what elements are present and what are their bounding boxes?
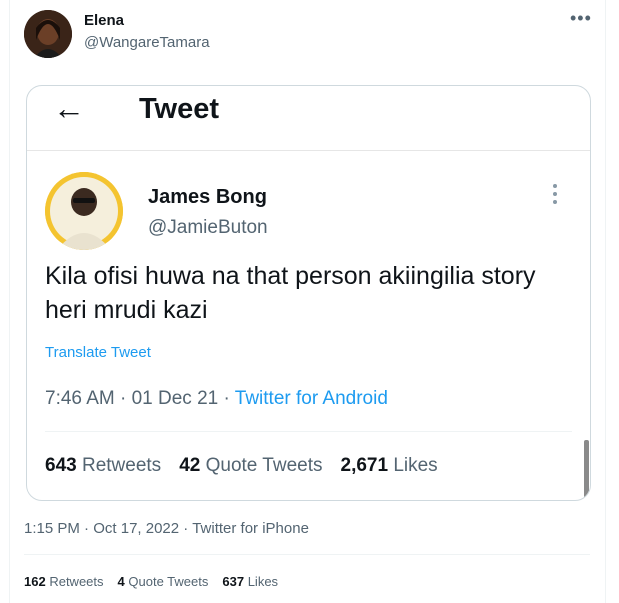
author-handle[interactable]: @WangareTamara xyxy=(84,34,210,51)
quote-label: Quote Tweets xyxy=(128,574,209,589)
screenshot-author-name: James Bong xyxy=(148,186,267,208)
screenshot-tweet-text: Kila ofisi huwa na that person akiingili… xyxy=(45,262,536,324)
like-label: Likes xyxy=(247,574,279,589)
timeline-right-border xyxy=(605,0,606,603)
screenshot-stats: 643 Retweets 42 Quote Tweets 2,671 Likes xyxy=(45,455,438,477)
timeline-left-border xyxy=(9,0,10,603)
embedded-tweet-image[interactable]: ← Tweet James Bong @JamieButon Kila ofis… xyxy=(26,85,591,501)
screenshot-scrollbar xyxy=(584,440,589,500)
screenshot-date: 01 Dec 21 xyxy=(131,388,219,409)
screenshot-avatar-image xyxy=(45,172,123,250)
screenshot-header: ← Tweet xyxy=(27,86,590,151)
screenshot-like-count: 2,671 xyxy=(340,455,389,476)
screenshot-time: 7:46 AM xyxy=(45,388,115,409)
screenshot-more-icon xyxy=(553,184,559,208)
screenshot-quote-count: 42 xyxy=(179,455,201,476)
screenshot-quote-label: Quote Tweets xyxy=(205,455,323,476)
author-avatar-image xyxy=(24,10,72,58)
retweets-link[interactable]: 162 Retweets xyxy=(24,574,104,589)
tweet-date: Oct 17, 2022 xyxy=(93,520,180,537)
quote-count: 4 xyxy=(117,574,125,589)
tweet-source[interactable]: Twitter for iPhone xyxy=(192,520,309,537)
back-arrow-icon: ← xyxy=(53,90,85,126)
screenshot-like-label: Likes xyxy=(393,455,438,476)
tweet-timestamp[interactable]: 1:15 PM · Oct 17, 2022 · Twitter for iPh… xyxy=(24,520,309,537)
tweet-time: 1:15 PM xyxy=(24,520,80,537)
screenshot-translate-link: Translate Tweet xyxy=(45,344,151,361)
screenshot-divider xyxy=(45,431,572,432)
author-name[interactable]: Elena xyxy=(84,12,124,29)
author-avatar[interactable] xyxy=(24,10,72,58)
screenshot-source: Twitter for Android xyxy=(234,388,388,409)
likes-link[interactable]: 637 Likes xyxy=(222,574,278,589)
retweet-label: Retweets xyxy=(49,574,104,589)
quote-tweets-link[interactable]: 4 Quote Tweets xyxy=(118,574,209,589)
like-count: 637 xyxy=(222,574,245,589)
screenshot-author-avatar xyxy=(45,172,123,250)
screenshot-header-title: Tweet xyxy=(139,93,220,125)
tweet-stats: 162 Retweets 4 Quote Tweets 637 Likes xyxy=(24,574,278,589)
stats-divider xyxy=(24,554,590,555)
more-options-icon[interactable]: ••• xyxy=(570,8,592,29)
retweet-count: 162 xyxy=(24,574,46,589)
screenshot-retweet-label: Retweets xyxy=(81,455,162,476)
screenshot-retweet-count: 643 xyxy=(45,455,77,476)
screenshot-author-handle: @JamieButon xyxy=(148,217,268,238)
screenshot-timestamp: 7:46 AM · 01 Dec 21 · Twitter for Androi… xyxy=(45,388,388,409)
